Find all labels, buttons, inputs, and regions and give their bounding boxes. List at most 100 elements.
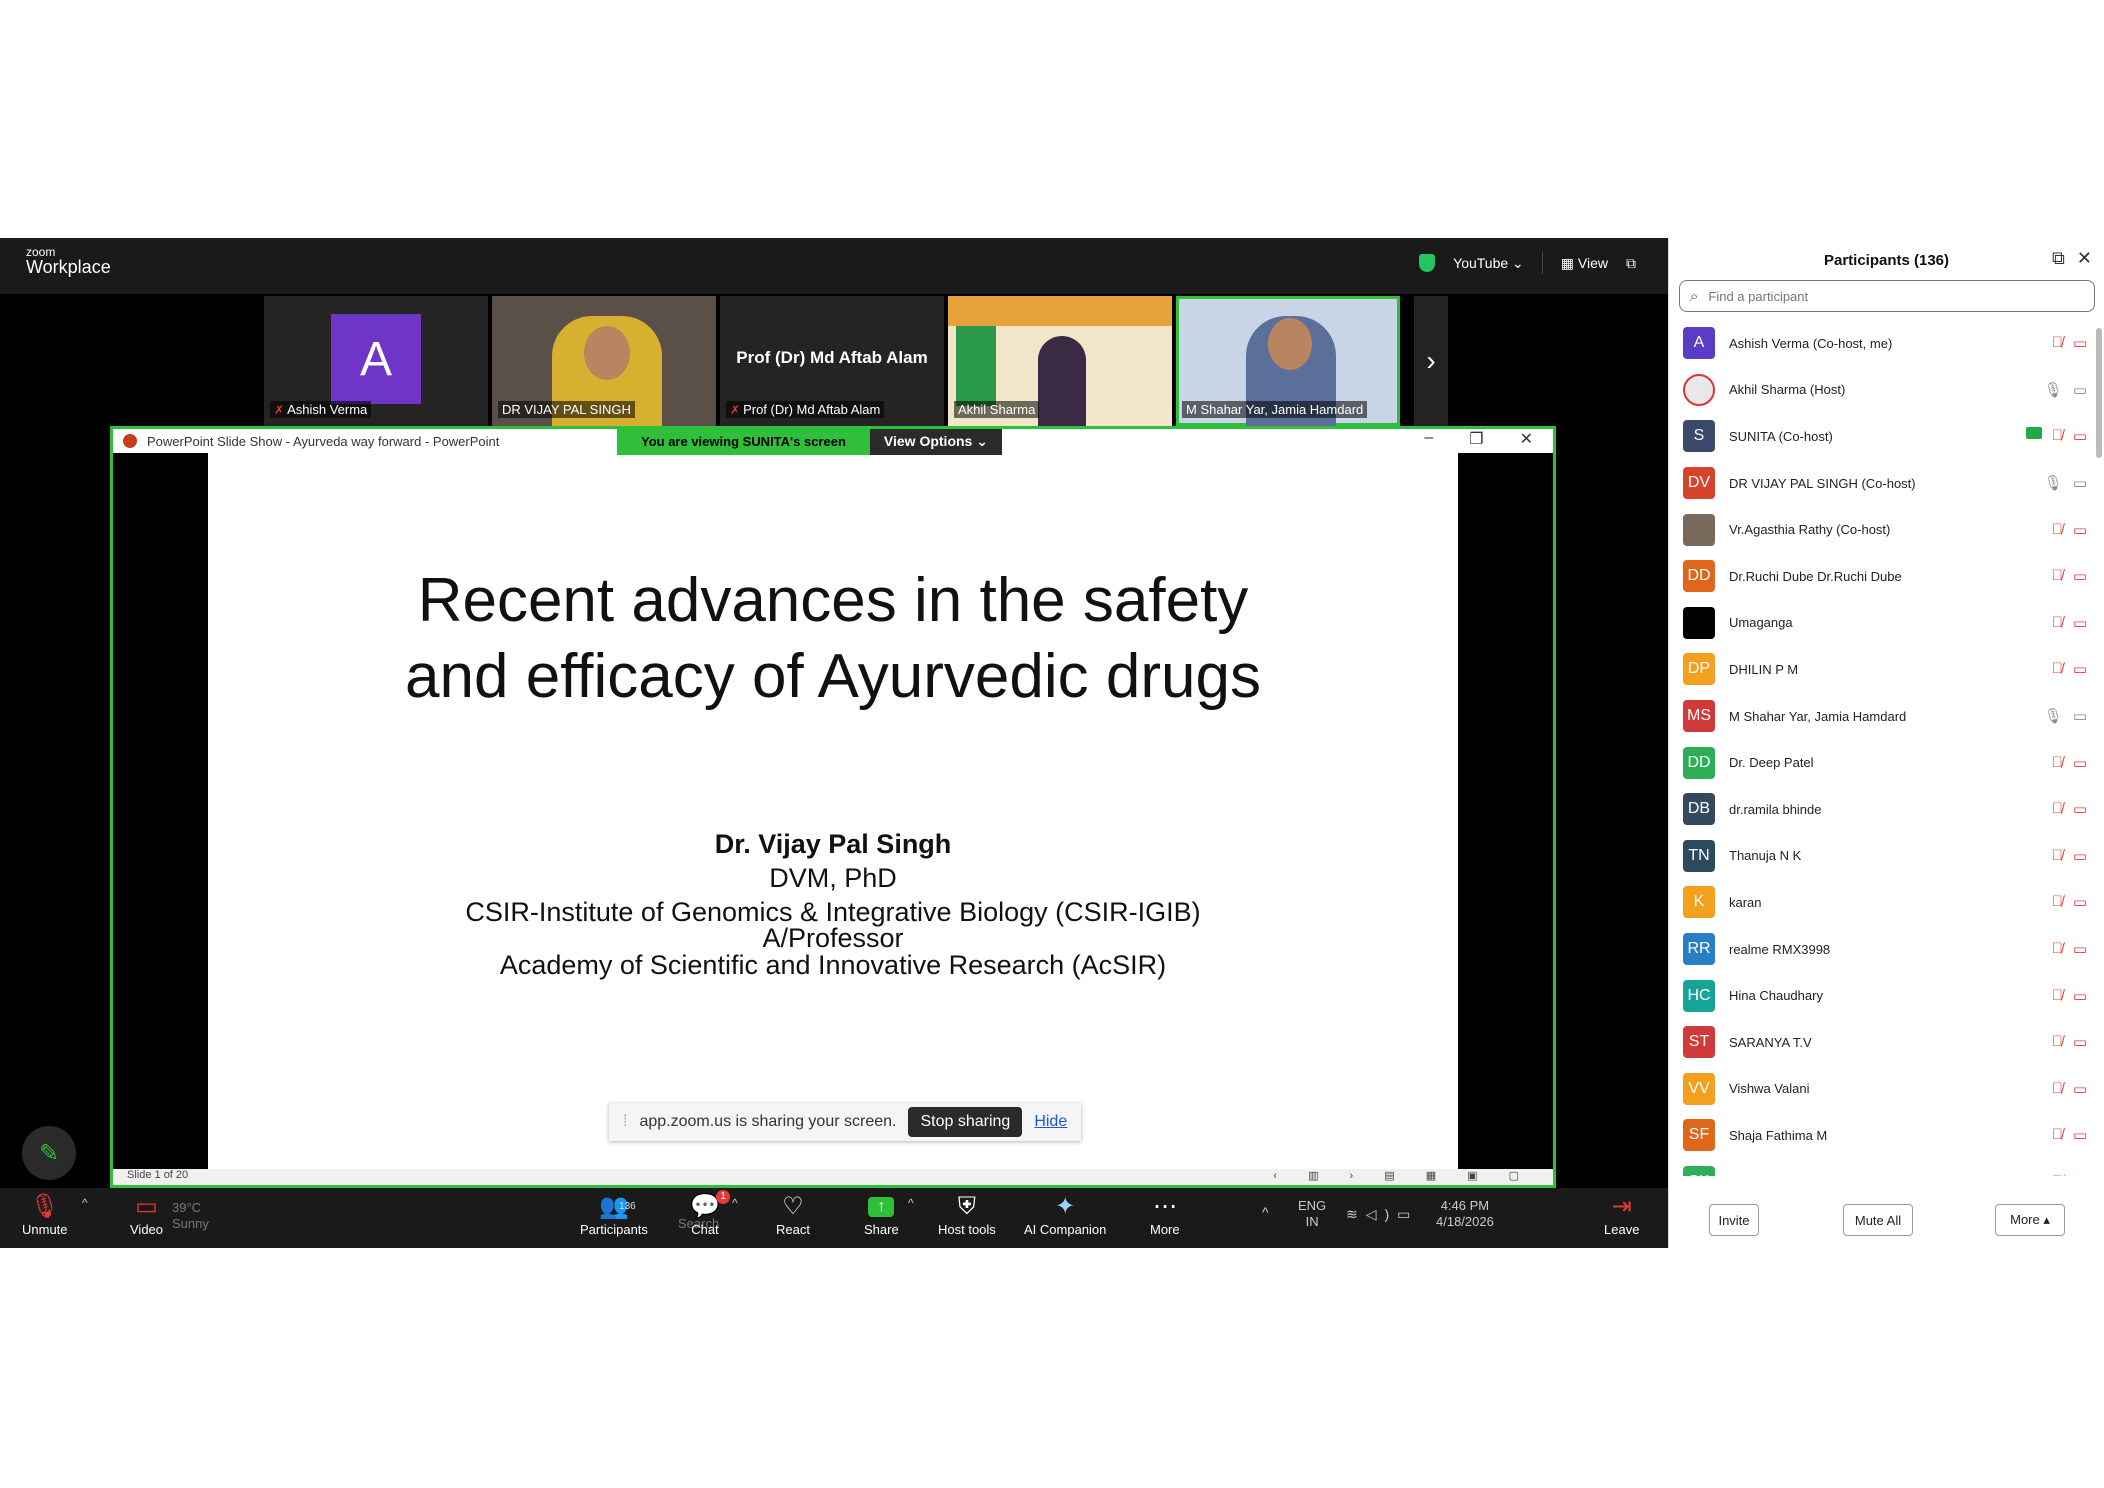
thumbnail-shahar-yar[interactable]: M Shahar Yar, Jamia Hamdard (1176, 296, 1400, 426)
participants-button[interactable]: 👥 136 Participants (580, 1192, 648, 1237)
video-button[interactable]: ▭ Video (130, 1192, 163, 1237)
host-tools-button[interactable]: ⛨ Host tools (938, 1192, 996, 1237)
close-icon[interactable]: ✕ (1520, 429, 1533, 449)
mic-muted-icon[interactable]: 🎙̸ (2052, 567, 2063, 585)
participant-row[interactable]: TN Thanuja N K 🎙̸ ▭ (1669, 833, 2104, 880)
video-off-icon[interactable]: ▭ (2073, 427, 2087, 445)
more-options-button[interactable]: More ▴ (1995, 1204, 2065, 1236)
restore-icon[interactable]: ❐ (1469, 429, 1483, 449)
mic-muted-icon[interactable]: 🎙̸ (2052, 660, 2063, 678)
participant-row[interactable]: Kkaran 🎙̸ ▭ (1669, 879, 2104, 926)
mic-muted-icon[interactable]: 🎙̸ (2052, 800, 2063, 818)
video-off-icon[interactable]: ▭ (2073, 1080, 2087, 1098)
video-off-icon[interactable]: ▭ (2073, 660, 2087, 678)
pop-out-icon[interactable]: ⧉ (2052, 248, 2065, 269)
encryption-shield-icon[interactable] (1419, 254, 1436, 272)
participant-row[interactable]: VV Vishwa Valani 🎙̸ ▭ (1669, 1066, 2104, 1113)
tray-status-icons[interactable]: ≋◁)▭ (1346, 1206, 1418, 1223)
taskbar-clock[interactable]: 4:46 PM 4/18/2026 (1436, 1198, 1494, 1230)
ai-companion-button[interactable]: ✦ AI Companion (1024, 1192, 1106, 1237)
youtube-stream-button[interactable]: YouTube ⌄ (1453, 255, 1524, 272)
participant-search-input[interactable] (1708, 288, 2069, 304)
mic-muted-icon[interactable]: 🎙̸ (2052, 1173, 2063, 1176)
view-button[interactable]: ▦ View (1561, 255, 1608, 272)
view-options-button[interactable]: View Options ⌄ (869, 429, 1002, 455)
close-panel-icon[interactable]: ✕ (2077, 248, 2092, 269)
thumbnail-aftab-alam[interactable]: Prof (Dr) Md Aftab Alam ✗ Prof (Dr) Md Af… (720, 296, 944, 426)
video-off-icon[interactable]: ▭ (2073, 567, 2087, 585)
mic-muted-icon[interactable]: 🎙̸ (2052, 754, 2063, 772)
thumbnail-ashish-verma[interactable]: A ✗ Ashish Verma (264, 296, 488, 426)
mic-muted-icon[interactable]: 🎙̸ (2052, 1080, 2063, 1098)
drag-handle-icon[interactable]: ⁞ (623, 1113, 627, 1131)
mic-muted-icon[interactable]: 🎙̸ (2052, 614, 2063, 632)
thumbnail-vijay-pal-singh[interactable]: DR VIJAY PAL SINGH (492, 296, 716, 426)
participant-row[interactable]: Akhil Sharma (Host) 🎙 ▭ (1669, 367, 2104, 414)
video-off-icon[interactable]: ▭ (2073, 893, 2087, 911)
mic-muted-icon[interactable]: 🎙̸ (2052, 1126, 2063, 1144)
unmute-button[interactable]: 🎙 Unmute (22, 1192, 68, 1237)
participant-search-box[interactable]: ⌕ (1679, 280, 2095, 312)
minimize-icon[interactable]: – (1424, 429, 1433, 449)
mic-muted-icon[interactable]: 🎙̸ (2052, 521, 2063, 539)
chat-button[interactable]: 💬 1 Chat (690, 1190, 730, 1237)
participant-row[interactable]: DB dr.ramila bhinde 🎙̸ ▭ (1669, 786, 2104, 833)
video-icon[interactable]: ▭ (2073, 381, 2087, 399)
video-off-icon[interactable]: ▭ (2073, 800, 2087, 818)
mic-muted-icon[interactable]: 🎙̸ (2052, 427, 2063, 445)
participant-row[interactable]: MS M Shahar Yar, Jamia Hamdard 🎙 ▭ (1669, 693, 2104, 740)
share-button[interactable]: ↑ Share (864, 1192, 899, 1237)
video-off-icon[interactable]: ▭ (2073, 940, 2087, 958)
mic-muted-icon[interactable]: 🎙̸ (2052, 334, 2063, 352)
video-off-icon[interactable]: ▭ (2073, 614, 2087, 632)
participant-row[interactable]: DV DR VIJAY PAL SINGH (Co-host) 🎙 ▭ (1669, 460, 2104, 507)
mic-icon[interactable]: 🎙 (2044, 381, 2063, 399)
video-off-icon[interactable]: ▭ (2073, 334, 2087, 352)
mute-all-button[interactable]: Mute All (1843, 1204, 1913, 1236)
participant-row[interactable]: SF Shaja Fathima M 🎙̸ ▭ (1669, 1112, 2104, 1159)
participant-row[interactable]: Umaganga 🎙̸ ▭ (1669, 600, 2104, 647)
slideshow-nav-controls[interactable]: ‹ ▥ › ▤ ▦ ▣ ▢ (1273, 1169, 1533, 1182)
video-icon[interactable]: ▭ (2073, 707, 2087, 725)
hide-link[interactable]: Hide (1034, 1113, 1067, 1131)
mic-muted-icon[interactable]: 🎙̸ (2052, 940, 2063, 958)
video-off-icon[interactable]: ▭ (2073, 1173, 2087, 1176)
audio-options-chevron-icon[interactable]: ^ (82, 1196, 88, 1210)
thumbnail-akhil-sharma[interactable]: Akhil Sharma (948, 296, 1172, 426)
video-off-icon[interactable]: ▭ (2073, 987, 2087, 1005)
video-off-icon[interactable]: ▭ (2073, 1033, 2087, 1051)
tray-chevron-icon[interactable]: ^ (1262, 1204, 1269, 1220)
mic-muted-icon[interactable]: 🎙̸ (2052, 847, 2063, 865)
video-off-icon[interactable]: ▭ (2073, 847, 2087, 865)
mic-muted-icon[interactable]: 🎙̸ (2052, 987, 2063, 1005)
leave-button[interactable]: ⇥ Leave (1604, 1192, 1639, 1237)
mic-muted-icon[interactable]: 🎙̸ (2052, 893, 2063, 911)
participant-row[interactable]: Vr.Agasthia Rathy (Co-host) 🎙̸ ▭ (1669, 506, 2104, 553)
share-options-chevron-icon[interactable]: ^ (908, 1196, 914, 1210)
more-button[interactable]: ⋯ More (1150, 1192, 1180, 1237)
participant-row[interactable]: ST SARANYA T.V 🎙̸ ▭ (1669, 1019, 2104, 1066)
annotate-pen-icon[interactable]: ✎ (22, 1126, 76, 1180)
taskbar-language[interactable]: ENG IN (1298, 1198, 1326, 1230)
react-button[interactable]: ♡ React (776, 1192, 810, 1237)
mic-icon[interactable]: 🎙 (2044, 474, 2063, 492)
minimize-thumbnails-icon[interactable]: ⧉ (1626, 255, 1636, 272)
video-icon[interactable]: ▭ (2073, 474, 2087, 492)
invite-button[interactable]: Invite (1709, 1204, 1759, 1236)
video-off-icon[interactable]: ▭ (2073, 521, 2087, 539)
participant-row[interactable]: HC Hina Chaudhary 🎙̸ ▭ (1669, 972, 2104, 1019)
video-off-icon[interactable]: ▭ (2073, 1126, 2087, 1144)
participant-row[interactable]: RR realme RMX3998 🎙̸ ▭ (1669, 926, 2104, 973)
participant-row[interactable]: DP DHILIN P M 🎙̸ ▭ (1669, 646, 2104, 693)
thumbnails-next-chevron-icon[interactable]: › (1414, 296, 1448, 426)
mic-icon[interactable]: 🎙 (2044, 707, 2063, 725)
video-off-icon[interactable]: ▭ (2073, 754, 2087, 772)
participant-row[interactable]: S SUNITA (Co-host) 🎙̸ ▭ (1669, 413, 2104, 460)
participant-list-scrollbar[interactable] (2096, 328, 2102, 458)
chat-options-chevron-icon[interactable]: ^ (732, 1196, 738, 1210)
mic-muted-icon[interactable]: 🎙̸ (2052, 1033, 2063, 1051)
participant-row[interactable]: DD Dr. Deep Patel 🎙̸ ▭ (1669, 739, 2104, 786)
participant-row[interactable]: SK Sujeet Kumar 🎙̸ ▭ (1669, 1159, 2104, 1176)
participant-row[interactable]: DD Dr.Ruchi Dube Dr.Ruchi Dube 🎙̸ ▭ (1669, 553, 2104, 600)
participant-row[interactable]: A Ashish Verma (Co-host, me) 🎙̸ ▭ (1669, 320, 2104, 367)
